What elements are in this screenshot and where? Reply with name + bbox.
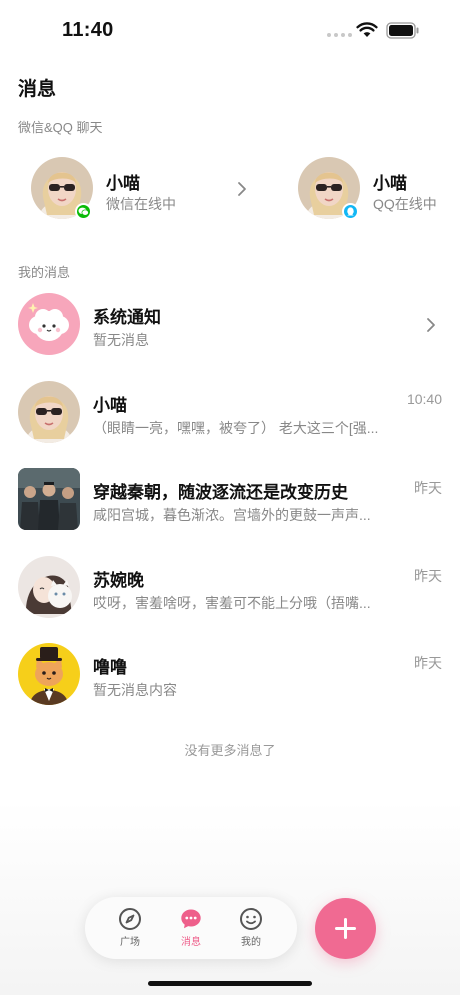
message-title: 小喵	[93, 396, 127, 415]
message-row-system-notice[interactable]: 系统通知 暂无消息	[0, 293, 460, 373]
message-time: 昨天	[414, 568, 442, 584]
avatar	[18, 381, 80, 443]
plus-icon	[335, 918, 356, 939]
battery-icon	[386, 22, 419, 39]
chevron-right-icon	[238, 182, 246, 196]
message-preview: 暂无消息	[93, 332, 149, 348]
message-title: 系统通知	[93, 308, 161, 327]
message-row-lulu[interactable]: 噜噜 暂无消息内容 昨天	[0, 643, 460, 723]
qq-icon	[342, 203, 359, 220]
status-bar: 11:40	[0, 0, 460, 62]
qq-contact-card[interactable]: 小喵 QQ在线中	[298, 157, 458, 221]
wechat-qq-section-label: 微信&QQ 聊天	[18, 120, 103, 135]
contact-name: 小喵	[373, 174, 407, 193]
tab-bar: 广场 消息 我的	[85, 897, 297, 959]
avatar	[18, 293, 80, 355]
message-time: 昨天	[414, 655, 442, 671]
message-title: 穿越秦朝，随波逐流还是改变历史	[93, 483, 348, 502]
compass-icon	[119, 908, 141, 930]
message-row-xiaomiao[interactable]: 小喵 （眼睛一亮，嘿嘿，被夸了） 老大这三个[强... 10:40	[0, 381, 460, 461]
tab-label: 消息	[181, 937, 201, 948]
message-preview: 暂无消息内容	[93, 682, 177, 698]
my-messages-section-label: 我的消息	[18, 265, 71, 280]
signal-icon	[327, 33, 352, 37]
wechat-icon	[75, 203, 92, 220]
message-time: 10:40	[406, 391, 442, 407]
tab-label: 广场	[120, 937, 140, 948]
avatar	[18, 643, 80, 705]
message-title: 苏婉晚	[93, 571, 144, 590]
page-title: 消息	[18, 79, 57, 100]
chat-bubble-icon	[181, 909, 201, 929]
contact-name: 小喵	[106, 174, 140, 193]
message-preview: （眼睛一亮，嘿嘿，被夸了） 老大这三个[强...	[93, 420, 379, 436]
tab-plaza[interactable]: 广场	[108, 907, 152, 951]
tab-profile[interactable]: 我的	[229, 907, 273, 951]
message-row-su-wanwan[interactable]: 苏婉晚 哎呀，害羞啥呀，害羞可不能上分哦（捂嘴... 昨天	[0, 556, 460, 636]
end-of-list-text: 没有更多消息了	[184, 743, 276, 758]
message-preview: 咸阳宫城，暮色渐浓。宫墙外的更鼓一声声...	[93, 507, 371, 523]
message-preview: 哎呀，害羞啥呀，害羞可不能上分哦（捂嘴...	[93, 595, 371, 611]
contact-status: 微信在线中	[106, 196, 176, 212]
tab-messages[interactable]: 消息	[169, 907, 213, 951]
wechat-contact-card[interactable]: 小喵 微信在线中	[31, 157, 261, 221]
home-indicator	[148, 981, 312, 986]
message-time: 昨天	[414, 480, 442, 496]
message-title: 噜噜	[93, 658, 127, 677]
message-row-qin-dynasty[interactable]: 穿越秦朝，随波逐流还是改变历史 咸阳宫城，暮色渐浓。宫墙外的更鼓一声声... 昨…	[0, 468, 460, 548]
add-button[interactable]	[315, 898, 376, 959]
chevron-right-icon	[427, 318, 435, 332]
contact-status: QQ在线中	[373, 196, 437, 212]
tab-label: 我的	[241, 937, 261, 948]
smiley-face-icon	[240, 908, 262, 930]
avatar	[18, 556, 80, 618]
wifi-icon	[356, 22, 378, 37]
avatar	[18, 468, 80, 530]
status-time: 11:40	[62, 19, 114, 41]
